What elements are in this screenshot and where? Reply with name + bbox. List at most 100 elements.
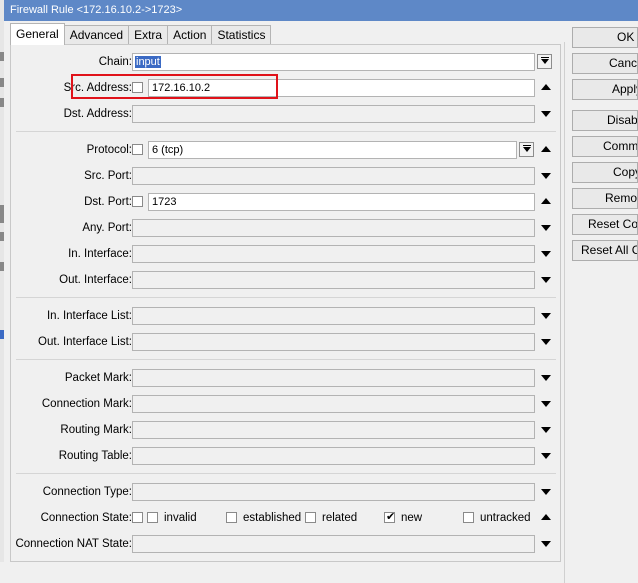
- checkmark-icon: ✔: [386, 511, 396, 523]
- out-interface-list-label: Out. Interface List:: [38, 336, 132, 348]
- invalid-checkbox[interactable]: [147, 512, 158, 523]
- protocol-value: 6 (tcp): [152, 144, 184, 156]
- packet-mark-label: Packet Mark:: [64, 372, 132, 384]
- window-title: Firewall Rule <172.16.10.2->1723>: [4, 0, 638, 21]
- remove-button[interactable]: Remove: [572, 188, 638, 209]
- apply-button[interactable]: Apply: [572, 79, 638, 100]
- out-interface-list-expand-icon[interactable]: [541, 339, 551, 345]
- in-interface-list-expand-icon[interactable]: [541, 313, 551, 319]
- in-interface-expand-icon[interactable]: [541, 251, 551, 257]
- tab-advanced[interactable]: Advanced: [63, 25, 130, 45]
- related-label: related: [322, 512, 358, 524]
- src-port-expand-icon[interactable]: [541, 173, 551, 179]
- invalid-label: invalid: [164, 512, 197, 524]
- in-interface-row: In. Interface:: [11, 244, 562, 264]
- connection-type-row: Connection Type:: [11, 482, 562, 502]
- connection-nat-state-expand-icon[interactable]: [541, 541, 551, 547]
- separator: [16, 473, 556, 474]
- routing-mark-input[interactable]: [132, 421, 535, 439]
- dst-port-input[interactable]: 1723: [148, 193, 535, 211]
- src-port-row: Src. Port:: [11, 166, 562, 186]
- reset-counters-button[interactable]: Reset Counters: [572, 214, 638, 235]
- connection-state-not-checkbox[interactable]: [132, 512, 143, 523]
- any-port-input[interactable]: [132, 219, 535, 237]
- new-label: new: [401, 512, 423, 524]
- protocol-collapse-icon[interactable]: [541, 146, 551, 152]
- tab-extra[interactable]: Extra: [128, 25, 169, 45]
- copy-button[interactable]: Copy: [572, 162, 638, 183]
- src-port-input[interactable]: [132, 167, 535, 185]
- dialog-body: General Advanced Extra Action Statistics…: [4, 21, 638, 583]
- protocol-select[interactable]: 6 (tcp): [148, 141, 517, 159]
- connection-type-input[interactable]: [132, 483, 535, 501]
- packet-mark-row: Packet Mark:: [11, 368, 562, 388]
- connection-type-label: Connection Type:: [42, 486, 132, 498]
- src-address-collapse-icon[interactable]: [541, 84, 551, 90]
- routing-mark-label: Routing Mark:: [60, 424, 132, 436]
- separator: [16, 359, 556, 360]
- connection-type-expand-icon[interactable]: [541, 489, 551, 495]
- comment-button[interactable]: Comment: [572, 136, 638, 157]
- in-interface-label: In. Interface:: [68, 248, 132, 260]
- ok-button[interactable]: OK: [572, 27, 638, 48]
- dst-address-input[interactable]: [132, 105, 535, 123]
- out-interface-input[interactable]: [132, 271, 535, 289]
- dst-address-label: Dst. Address:: [63, 108, 132, 120]
- routing-table-row: Routing Table:: [11, 446, 562, 466]
- chain-select[interactable]: input: [132, 53, 535, 71]
- in-interface-list-row: In. Interface List:: [11, 306, 562, 326]
- connection-nat-state-row: Connection NAT State:: [11, 534, 562, 554]
- dst-port-value: 1723: [152, 196, 177, 208]
- chain-label: Chain:: [98, 56, 132, 68]
- routing-table-expand-icon[interactable]: [541, 453, 551, 459]
- tab-general[interactable]: General: [10, 23, 65, 45]
- any-port-expand-icon[interactable]: [541, 225, 551, 231]
- untracked-checkbox[interactable]: [463, 512, 474, 523]
- dst-port-collapse-icon[interactable]: [541, 198, 551, 204]
- protocol-not-checkbox[interactable]: [132, 144, 143, 155]
- packet-mark-input[interactable]: [132, 369, 535, 387]
- packet-mark-expand-icon[interactable]: [541, 375, 551, 381]
- separator: [16, 297, 556, 298]
- connection-mark-input[interactable]: [132, 395, 535, 413]
- new-checkbox[interactable]: ✔: [384, 511, 396, 523]
- protocol-dropdown-button[interactable]: [519, 142, 534, 157]
- in-interface-input[interactable]: [132, 245, 535, 263]
- dst-port-not-checkbox[interactable]: [132, 196, 143, 207]
- tab-action[interactable]: Action: [167, 25, 213, 45]
- routing-table-input[interactable]: [132, 447, 535, 465]
- chain-row: Chain: input: [11, 52, 562, 72]
- related-checkbox[interactable]: [305, 512, 316, 523]
- out-interface-list-row: Out. Interface List:: [11, 332, 562, 352]
- connection-mark-label: Connection Mark:: [41, 398, 132, 410]
- out-interface-list-input[interactable]: [132, 333, 535, 351]
- general-panel: Chain: input Src. Address: 172.16.10.2 D…: [10, 44, 561, 562]
- in-interface-list-input[interactable]: [132, 307, 535, 325]
- untracked-label: untracked: [480, 512, 531, 524]
- protocol-label: Protocol:: [86, 144, 132, 156]
- disable-button[interactable]: Disable: [572, 110, 638, 131]
- chain-value: input: [135, 56, 161, 68]
- reset-all-counters-button[interactable]: Reset All Counters: [572, 240, 638, 261]
- connection-nat-state-input[interactable]: [132, 535, 535, 553]
- routing-mark-expand-icon[interactable]: [541, 427, 551, 433]
- tab-statistics[interactable]: Statistics: [211, 25, 272, 45]
- dst-address-expand-icon[interactable]: [541, 111, 551, 117]
- in-interface-list-label: In. Interface List:: [46, 310, 132, 322]
- connection-mark-row: Connection Mark:: [11, 394, 562, 414]
- out-interface-row: Out. Interface:: [11, 270, 562, 290]
- connection-state-label: Connection State:: [40, 512, 132, 524]
- connection-mark-expand-icon[interactable]: [541, 401, 551, 407]
- dst-port-row: Dst. Port: 1723: [11, 192, 562, 212]
- separator: [16, 131, 556, 132]
- dst-address-row: Dst. Address:: [11, 104, 562, 124]
- any-port-row: Any. Port:: [11, 218, 562, 238]
- out-interface-expand-icon[interactable]: [541, 277, 551, 283]
- cancel-button[interactable]: Cancel: [572, 53, 638, 74]
- connection-state-collapse-icon[interactable]: [541, 514, 551, 520]
- panel-divider: [564, 42, 565, 583]
- chain-dropdown-button[interactable]: [537, 54, 552, 69]
- tab-bar: General Advanced Extra Action Statistics: [10, 23, 272, 45]
- established-checkbox[interactable]: [226, 512, 237, 523]
- routing-table-label: Routing Table:: [58, 450, 132, 462]
